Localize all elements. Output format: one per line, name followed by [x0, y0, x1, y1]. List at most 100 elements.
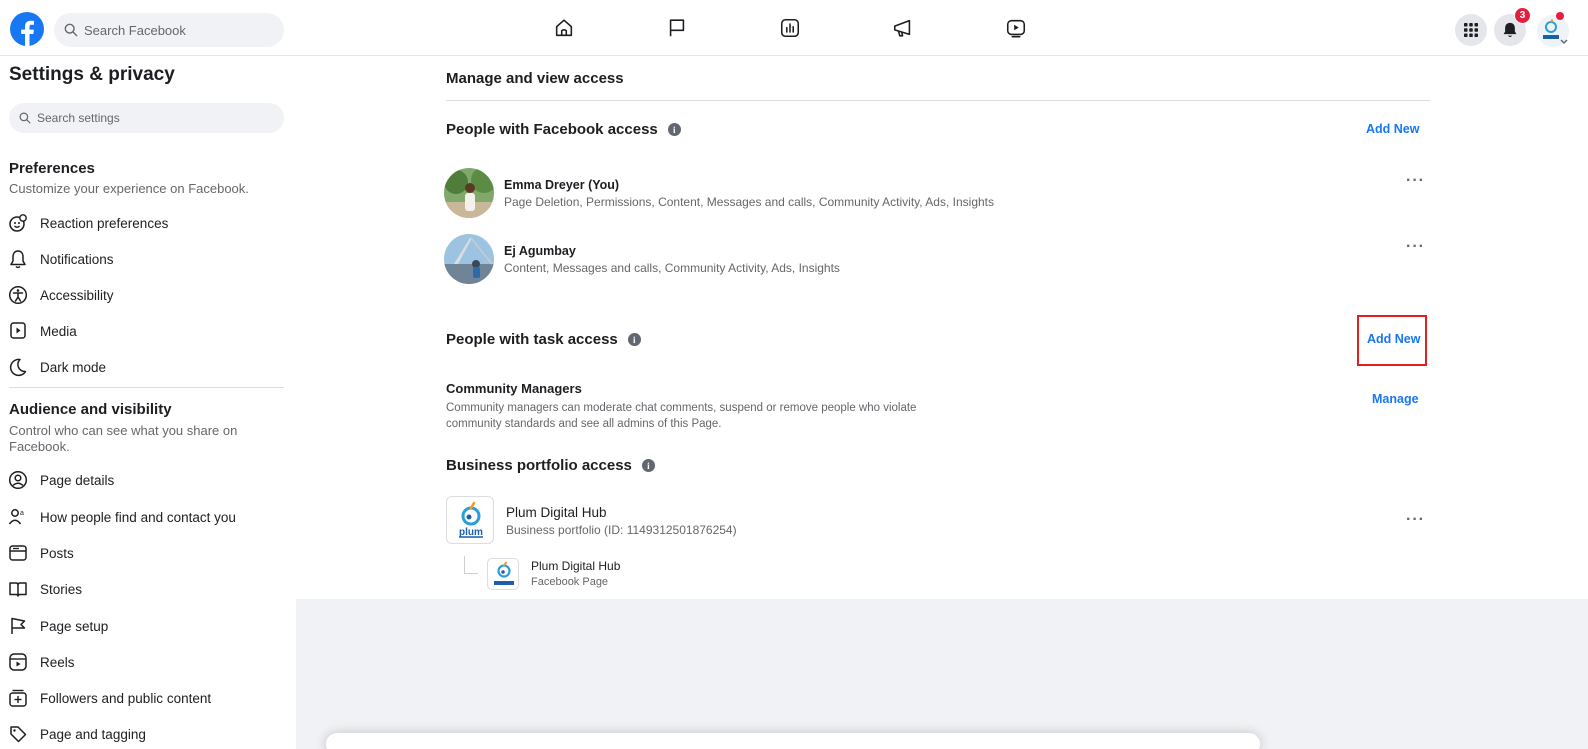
task-access-heading: People with task access i: [446, 331, 641, 348]
sidebar-item-find-and-contact[interactable]: a How people find and contact you: [8, 501, 288, 533]
sidebar-item-page-details[interactable]: Page details: [8, 464, 288, 496]
sidebar-item-followers[interactable]: Followers and public content: [8, 682, 288, 714]
person-permissions: Page Deletion, Permissions, Content, Mes…: [504, 195, 994, 209]
sidebar-item-label: Page setup: [40, 618, 109, 634]
moon-icon: [9, 358, 27, 377]
sidebar-item-label: Posts: [40, 545, 74, 561]
settings-search[interactable]: [9, 103, 284, 133]
reels-icon: [9, 653, 27, 671]
portfolio-name: Plum Digital Hub: [506, 505, 607, 520]
tree-connector: [464, 556, 478, 574]
info-icon[interactable]: i: [627, 333, 641, 346]
posts-icon: [9, 545, 27, 561]
person-row: Emma Dreyer (You) Page Deletion, Permiss…: [444, 168, 1344, 220]
settings-search-input[interactable]: [37, 111, 267, 125]
sidebar-item-posts[interactable]: Posts: [8, 537, 288, 569]
nav-pages[interactable]: [664, 15, 690, 41]
nav-home[interactable]: [551, 15, 577, 41]
nav-video[interactable]: [1003, 15, 1029, 41]
bell-icon: [1503, 22, 1517, 37]
sidebar-item-stories[interactable]: Stories: [8, 573, 288, 605]
audience-description: Control who can see what you share on Fa…: [9, 423, 238, 454]
avatar-photo-ej: [444, 234, 494, 284]
section-title: Business portfolio access: [446, 457, 632, 474]
sidebar-divider: [9, 387, 284, 388]
plum-logo-icon: [494, 561, 514, 585]
settings-sidebar: Settings & privacy Preferences Customize…: [0, 56, 296, 749]
sidebar-item-reaction-preferences[interactable]: Reaction preferences: [8, 207, 288, 239]
plum-logo-icon: plum: [459, 501, 483, 538]
person-name: Emma Dreyer (You): [504, 178, 620, 192]
sidebar-item-label: Accessibility: [40, 287, 114, 303]
portfolio-id: Business portfolio (ID: 1149312501876254…: [506, 523, 737, 537]
nav-ads[interactable]: [890, 15, 916, 41]
facebook-logo-icon[interactable]: [10, 12, 44, 46]
sidebar-item-label: Dark mode: [40, 359, 107, 375]
sidebar-item-page-tagging[interactable]: Page and tagging: [8, 718, 288, 749]
person-permissions: Content, Messages and calls, Community A…: [504, 261, 840, 275]
avatar: [444, 234, 494, 284]
sidebar-item-label: Reels: [40, 654, 75, 670]
preferences-description: Customize your experience on Facebook.: [9, 181, 249, 196]
insights-icon: [780, 18, 800, 38]
sidebar-item-notifications[interactable]: Notifications: [8, 243, 288, 275]
followers-icon: [9, 689, 27, 707]
add-new-facebook-access-button[interactable]: Add New: [1366, 122, 1419, 136]
sidebar-item-label: Notifications: [40, 251, 114, 267]
info-icon[interactable]: i: [667, 123, 681, 136]
stories-icon: [9, 582, 27, 597]
sidebar-item-label: Stories: [40, 581, 83, 597]
search-input[interactable]: [84, 22, 274, 38]
search-icon: [64, 23, 78, 37]
menu-button[interactable]: [1455, 14, 1487, 46]
svg-text:a: a: [20, 510, 24, 517]
media-icon: [10, 322, 26, 339]
grid-menu-icon: [1464, 23, 1478, 37]
page-type: Facebook Page: [531, 576, 609, 588]
top-navigation-bar: 3: [0, 0, 1588, 56]
nav-insights[interactable]: [777, 15, 803, 41]
more-options-button[interactable]: ···: [1406, 172, 1425, 190]
page-details-icon: [8, 470, 28, 490]
person-row: Ej Agumbay Content, Messages and calls, …: [444, 234, 1344, 286]
facebook-search[interactable]: [54, 13, 284, 47]
flag-icon: [11, 617, 26, 634]
info-icon[interactable]: i: [641, 459, 655, 472]
profile-alert-dot: [1556, 12, 1564, 20]
notification-badge: 3: [1514, 7, 1531, 24]
more-options-button[interactable]: ···: [1406, 511, 1425, 529]
role-description: Community managers can moderate chat com…: [446, 402, 917, 430]
profile-avatar[interactable]: [1536, 14, 1570, 48]
tag-icon: [10, 726, 27, 743]
people-icon: a: [8, 509, 24, 525]
sidebar-item-accessibility[interactable]: Accessibility: [8, 279, 288, 311]
manage-button[interactable]: Manage: [1372, 392, 1419, 406]
audience-heading: Audience and visibility: [9, 401, 172, 418]
sidebar-item-label: Page and tagging: [40, 726, 146, 742]
more-options-button[interactable]: ···: [1406, 238, 1425, 256]
role-name: Community Managers: [446, 381, 582, 396]
page-title: Manage and view access: [446, 70, 624, 87]
bottom-floating-bar: [326, 733, 1260, 749]
sidebar-item-media[interactable]: Media: [8, 315, 288, 347]
sidebar-title: Settings & privacy: [9, 64, 175, 85]
home-icon: [555, 19, 573, 37]
sidebar-item-dark-mode[interactable]: Dark mode: [8, 351, 288, 383]
sidebar-item-page-setup[interactable]: Page setup: [8, 610, 288, 642]
sidebar-item-label: Media: [40, 323, 77, 339]
megaphone-icon: [893, 19, 911, 37]
reaction-icon: [9, 214, 27, 232]
search-icon: [19, 112, 31, 124]
sidebar-item-label: Page details: [40, 472, 115, 488]
video-icon: [1006, 19, 1026, 38]
facebook-access-heading: People with Facebook access i: [446, 121, 681, 138]
avatar-photo-emma: [444, 168, 494, 218]
access-panel: Manage and view access People with Faceb…: [296, 56, 1588, 599]
accessibility-icon: [8, 285, 28, 305]
highlight-box: [1357, 315, 1427, 366]
page-name: Plum Digital Hub: [531, 559, 621, 573]
sidebar-item-label: How people find and contact you: [40, 509, 236, 525]
bell-icon: [10, 250, 26, 269]
sidebar-item-reels[interactable]: Reels: [8, 646, 288, 678]
flag-icon: [669, 19, 685, 37]
